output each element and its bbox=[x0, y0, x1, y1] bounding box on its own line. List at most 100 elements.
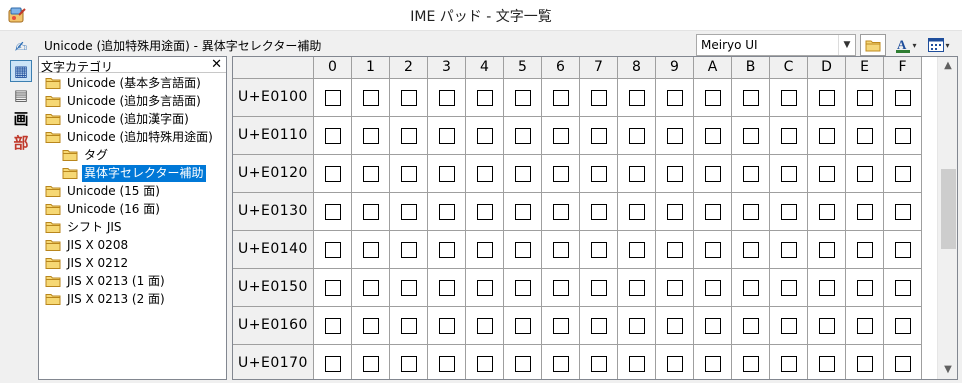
character-cell[interactable] bbox=[808, 269, 846, 307]
character-cell[interactable] bbox=[314, 117, 352, 155]
character-cell[interactable] bbox=[504, 269, 542, 307]
font-color-button[interactable]: A ▾ bbox=[894, 34, 918, 56]
character-cell[interactable] bbox=[846, 231, 884, 269]
character-cell[interactable] bbox=[884, 269, 922, 307]
character-cell[interactable] bbox=[542, 79, 580, 117]
character-cell[interactable] bbox=[770, 79, 808, 117]
character-cell[interactable] bbox=[732, 79, 770, 117]
character-cell[interactable] bbox=[732, 307, 770, 345]
tree-item[interactable]: シフト JIS bbox=[39, 218, 226, 236]
character-cell[interactable] bbox=[390, 117, 428, 155]
font-select[interactable]: Meiryo UI ▼ bbox=[696, 34, 856, 56]
character-cell[interactable] bbox=[466, 117, 504, 155]
open-font-folder-button[interactable] bbox=[860, 34, 886, 56]
character-cell[interactable] bbox=[770, 345, 808, 379]
character-cell[interactable] bbox=[618, 193, 656, 231]
tree-item[interactable]: Unicode (追加特殊用途面) bbox=[39, 128, 226, 146]
character-cell[interactable] bbox=[390, 155, 428, 193]
character-cell[interactable] bbox=[694, 269, 732, 307]
character-cell[interactable] bbox=[466, 231, 504, 269]
character-cell[interactable] bbox=[390, 345, 428, 379]
character-cell[interactable] bbox=[352, 307, 390, 345]
character-cell[interactable] bbox=[580, 193, 618, 231]
character-cell[interactable] bbox=[504, 193, 542, 231]
character-cell[interactable] bbox=[846, 79, 884, 117]
character-cell[interactable] bbox=[884, 231, 922, 269]
chevron-down-icon[interactable]: ▼ bbox=[838, 35, 855, 55]
tree-item[interactable]: Unicode (15 面) bbox=[39, 182, 226, 200]
character-list-mode-button[interactable]: ▦ bbox=[10, 60, 32, 82]
character-cell[interactable] bbox=[618, 117, 656, 155]
character-cell[interactable] bbox=[884, 155, 922, 193]
character-cell[interactable] bbox=[466, 193, 504, 231]
character-cell[interactable] bbox=[732, 345, 770, 379]
view-options-button[interactable]: ▾ bbox=[926, 34, 952, 56]
character-cell[interactable] bbox=[428, 307, 466, 345]
character-cell[interactable] bbox=[732, 269, 770, 307]
character-cell[interactable] bbox=[314, 193, 352, 231]
character-cell[interactable] bbox=[656, 307, 694, 345]
scrollbar-thumb[interactable] bbox=[941, 169, 956, 249]
character-cell[interactable] bbox=[390, 193, 428, 231]
character-cell[interactable] bbox=[504, 345, 542, 379]
character-cell[interactable] bbox=[808, 117, 846, 155]
tree-item[interactable]: JIS X 0208 bbox=[39, 236, 226, 254]
character-cell[interactable] bbox=[770, 155, 808, 193]
tree-item[interactable]: Unicode (追加漢字面) bbox=[39, 110, 226, 128]
character-cell[interactable] bbox=[694, 231, 732, 269]
character-cell[interactable] bbox=[618, 155, 656, 193]
character-cell[interactable] bbox=[846, 269, 884, 307]
character-cell[interactable] bbox=[428, 231, 466, 269]
tree-item[interactable]: JIS X 0213 (2 面) bbox=[39, 290, 226, 308]
character-cell[interactable] bbox=[656, 155, 694, 193]
character-cell[interactable] bbox=[694, 79, 732, 117]
character-cell[interactable] bbox=[618, 345, 656, 379]
character-cell[interactable] bbox=[466, 79, 504, 117]
character-cell[interactable] bbox=[504, 117, 542, 155]
character-cell[interactable] bbox=[732, 231, 770, 269]
character-cell[interactable] bbox=[542, 117, 580, 155]
character-cell[interactable] bbox=[428, 193, 466, 231]
radical-mode-button[interactable]: 部 bbox=[10, 131, 32, 153]
character-cell[interactable] bbox=[770, 307, 808, 345]
tree-item[interactable]: JIS X 0212 bbox=[39, 254, 226, 272]
tree-item[interactable]: JIS X 0213 (1 面) bbox=[39, 272, 226, 290]
vertical-scrollbar[interactable]: ▲ ▼ bbox=[937, 57, 957, 379]
character-cell[interactable] bbox=[846, 193, 884, 231]
character-cell[interactable] bbox=[542, 193, 580, 231]
scroll-down-icon[interactable]: ▼ bbox=[938, 361, 957, 379]
character-cell[interactable] bbox=[618, 231, 656, 269]
character-cell[interactable] bbox=[656, 231, 694, 269]
character-cell[interactable] bbox=[618, 269, 656, 307]
character-cell[interactable] bbox=[352, 79, 390, 117]
character-cell[interactable] bbox=[352, 193, 390, 231]
character-cell[interactable] bbox=[314, 269, 352, 307]
character-cell[interactable] bbox=[656, 79, 694, 117]
character-cell[interactable] bbox=[542, 345, 580, 379]
character-cell[interactable] bbox=[580, 231, 618, 269]
character-cell[interactable] bbox=[694, 117, 732, 155]
character-cell[interactable] bbox=[656, 117, 694, 155]
character-cell[interactable] bbox=[314, 155, 352, 193]
character-cell[interactable] bbox=[466, 269, 504, 307]
character-cell[interactable] bbox=[618, 79, 656, 117]
character-cell[interactable] bbox=[846, 117, 884, 155]
character-cell[interactable] bbox=[542, 231, 580, 269]
character-cell[interactable] bbox=[770, 231, 808, 269]
character-cell[interactable] bbox=[580, 269, 618, 307]
character-cell[interactable] bbox=[732, 155, 770, 193]
character-cell[interactable] bbox=[542, 155, 580, 193]
tree-item[interactable]: Unicode (基本多言語面) bbox=[39, 74, 226, 92]
character-cell[interactable] bbox=[314, 345, 352, 379]
character-cell[interactable] bbox=[428, 345, 466, 379]
character-cell[interactable] bbox=[694, 345, 732, 379]
stroke-count-mode-button[interactable]: 画 bbox=[10, 107, 32, 129]
close-icon[interactable]: ✕ bbox=[211, 57, 222, 72]
character-cell[interactable] bbox=[314, 231, 352, 269]
character-cell[interactable] bbox=[504, 155, 542, 193]
character-cell[interactable] bbox=[542, 269, 580, 307]
character-cell[interactable] bbox=[428, 155, 466, 193]
character-cell[interactable] bbox=[352, 117, 390, 155]
tree-item[interactable]: Unicode (追加多言語面) bbox=[39, 92, 226, 110]
character-cell[interactable] bbox=[732, 117, 770, 155]
